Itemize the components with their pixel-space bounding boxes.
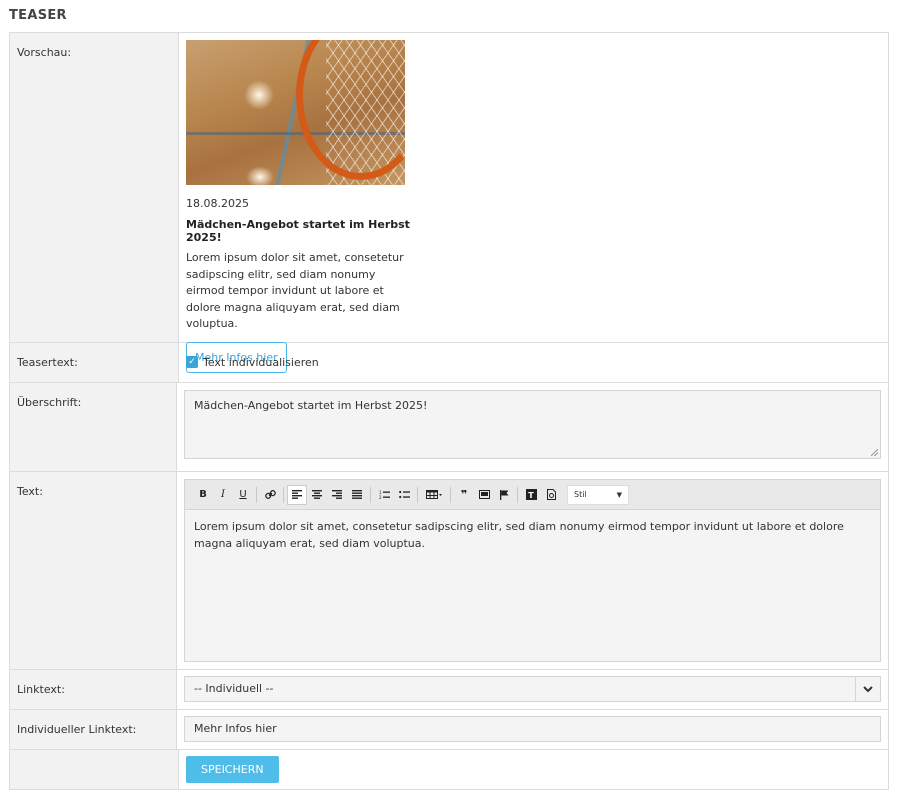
customize-text-option: ✓ Text individualisieren	[186, 343, 881, 381]
align-justify-icon[interactable]	[347, 485, 367, 505]
paste-text-icon[interactable]: T	[521, 485, 541, 505]
preview-image	[186, 40, 405, 185]
row-text: Text: B I U 1 2 ❞ T Stil ▼ Lorem ipsum d…	[10, 471, 888, 669]
italic-button[interactable]: I	[213, 485, 233, 505]
style-select[interactable]: Stil ▼	[567, 484, 629, 505]
customize-text-checkbox[interactable]: ✓	[186, 356, 198, 368]
preview-heading: Mädchen-Angebot startet im Herbst 2025!	[186, 218, 410, 244]
heading-value: Mädchen-Angebot startet im Herbst 2025!	[194, 399, 428, 412]
teaser-form: Vorschau: 18.08.2025 Mädchen-Angebot sta…	[9, 32, 889, 790]
svg-text:2: 2	[379, 495, 382, 499]
underline-button[interactable]: U	[233, 485, 253, 505]
row-linktext: Linktext: -- Individuell --	[10, 669, 888, 709]
customize-text-label[interactable]: Text individualisieren	[203, 356, 319, 369]
preview-label: Vorschau:	[10, 33, 179, 342]
save-row-label	[10, 750, 179, 789]
chevron-down-icon: ▼	[616, 490, 622, 499]
preview-text: Lorem ipsum dolor sit amet, consetetur s…	[186, 251, 404, 330]
linktext-select[interactable]: -- Individuell --	[184, 676, 881, 702]
row-custom-linktext: Individueller Linktext: Mehr Infos hier	[10, 709, 888, 749]
flag-icon[interactable]	[494, 485, 514, 505]
editor-content[interactable]: Lorem ipsum dolor sit amet, consetetur s…	[185, 510, 880, 560]
svg-text:T: T	[528, 491, 534, 500]
media-icon[interactable]	[474, 485, 494, 505]
align-right-icon[interactable]	[327, 485, 347, 505]
blockquote-icon[interactable]: ❞	[454, 485, 474, 505]
align-center-icon[interactable]	[307, 485, 327, 505]
row-heading: Überschrift: Mädchen-Angebot startet im …	[10, 382, 888, 471]
section-title: TEASER	[9, 8, 67, 23]
teaser-preview: 18.08.2025 Mädchen-Angebot startet im He…	[186, 33, 416, 373]
row-save: SPEICHERN	[10, 749, 888, 789]
save-button[interactable]: SPEICHERN	[186, 756, 279, 783]
preview-date: 18.08.2025	[186, 197, 249, 210]
chevron-down-icon[interactable]	[855, 677, 880, 701]
editor-toolbar: B I U 1 2 ❞ T Stil ▼	[185, 480, 880, 510]
bold-button[interactable]: B	[193, 485, 213, 505]
custom-linktext-input[interactable]: Mehr Infos hier	[184, 716, 881, 742]
bullet-list-icon[interactable]	[394, 485, 414, 505]
heading-textarea[interactable]: Mädchen-Angebot startet im Herbst 2025!	[184, 390, 881, 459]
linktext-selected-value: -- Individuell --	[194, 682, 274, 695]
text-label: Text:	[10, 472, 177, 669]
align-left-icon[interactable]	[287, 484, 307, 505]
resize-handle-icon[interactable]	[871, 449, 878, 456]
numbered-list-icon[interactable]: 12	[374, 485, 394, 505]
rich-text-editor: B I U 1 2 ❞ T Stil ▼ Lorem ipsum dolor s…	[184, 479, 881, 662]
custom-linktext-label: Individueller Linktext:	[10, 710, 177, 749]
row-teasertext: Teasertext: ✓ Text individualisieren	[10, 342, 888, 382]
table-icon[interactable]	[421, 485, 447, 505]
teasertext-label: Teasertext:	[10, 343, 179, 382]
row-preview: Vorschau: 18.08.2025 Mädchen-Angebot sta…	[10, 33, 888, 373]
link-icon[interactable]	[260, 485, 280, 505]
linktext-label: Linktext:	[10, 670, 177, 709]
source-code-icon[interactable]	[541, 485, 561, 505]
heading-label: Überschrift:	[10, 383, 177, 471]
